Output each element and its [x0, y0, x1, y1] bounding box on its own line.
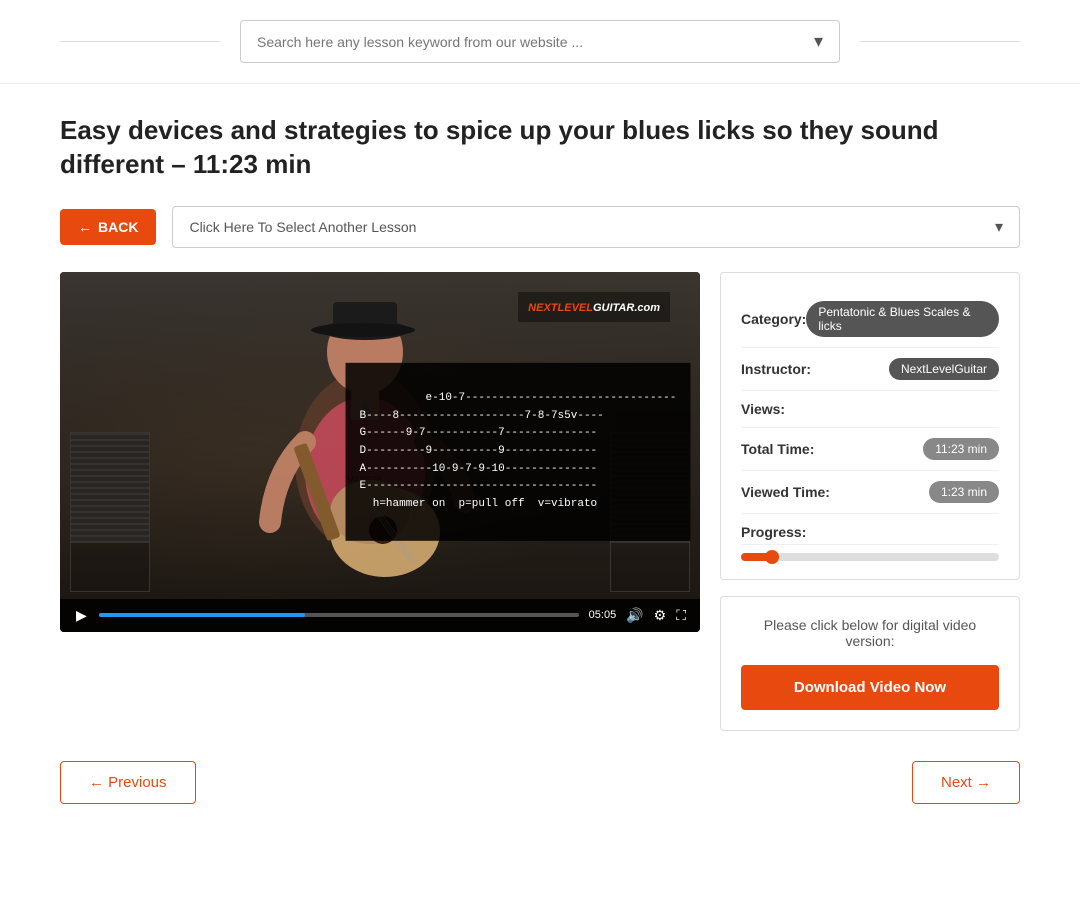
search-input[interactable]	[257, 34, 814, 50]
logo-text: NEXTLEVELGUITAR.com	[528, 302, 660, 314]
total-time-row: Total Time: 11:23 min	[741, 428, 999, 471]
views-row: Views:	[741, 391, 999, 428]
next-button-label: Next →	[941, 774, 991, 791]
video-time-display: 05:05	[589, 609, 617, 621]
lesson-info-card: Category: Pentatonic & Blues Scales & li…	[720, 272, 1020, 580]
progress-thumb	[765, 550, 779, 564]
total-time-label: Total Time:	[741, 441, 814, 457]
tab-notation-text: e-10-7-------------------------------- B…	[360, 392, 677, 510]
lesson-select[interactable]: Click Here To Select Another Lesson ▾	[172, 206, 1020, 248]
instructor-badge: NextLevelGuitar	[889, 358, 999, 380]
video-progress-bar[interactable]	[99, 613, 579, 617]
header: ▾	[0, 0, 1080, 84]
back-button-label: BACK	[98, 219, 138, 235]
video-controls[interactable]: ▶ 05:05 🔊 ⚙ ⛶	[60, 599, 700, 632]
volume-icon[interactable]: 🔊	[626, 607, 643, 624]
speaker-grille-left	[71, 433, 149, 544]
previous-button[interactable]: ← Previous	[60, 761, 196, 804]
total-time-badge: 11:23 min	[923, 438, 999, 460]
back-arrow-icon: ←	[78, 219, 92, 235]
download-button[interactable]: Download Video Now	[741, 665, 999, 710]
next-button[interactable]: Next →	[912, 761, 1020, 804]
progress-row: Progress:	[741, 514, 999, 545]
lesson-select-text: Click Here To Select Another Lesson	[189, 219, 995, 235]
sidebar-info: Category: Pentatonic & Blues Scales & li…	[720, 272, 1020, 731]
viewed-time-badge: 1:23 min	[929, 481, 999, 503]
search-container[interactable]: ▾	[240, 20, 840, 63]
fullscreen-icon[interactable]: ⛶	[676, 607, 686, 624]
video-player[interactable]: SALVAGE	[60, 272, 700, 632]
download-prompt: Please click below for digital video ver…	[741, 617, 999, 649]
speaker-left	[70, 432, 150, 592]
page-title: Easy devices and strategies to spice up …	[60, 114, 1020, 182]
views-label: Views:	[741, 401, 785, 417]
header-line-left	[60, 41, 220, 42]
logo-overlay: NEXTLEVELGUITAR.com	[518, 292, 670, 322]
viewed-time-label: Viewed Time:	[741, 484, 830, 500]
search-chevron-icon: ▾	[814, 31, 823, 52]
video-container: SALVAGE	[60, 272, 700, 632]
controls-row: ← BACK Click Here To Select Another Less…	[60, 206, 1020, 248]
progress-track[interactable]	[741, 553, 999, 561]
main-grid: SALVAGE	[60, 272, 1020, 731]
viewed-time-row: Viewed Time: 1:23 min	[741, 471, 999, 514]
instructor-row: Instructor: NextLevelGuitar	[741, 348, 999, 391]
category-badge: Pentatonic & Blues Scales & licks	[806, 301, 999, 337]
previous-button-label: ← Previous	[89, 774, 167, 791]
category-label: Category:	[741, 311, 806, 327]
instructor-label: Instructor:	[741, 361, 811, 377]
tab-notation-overlay: e-10-7-------------------------------- B…	[346, 362, 691, 540]
download-card: Please click below for digital video ver…	[720, 596, 1020, 731]
settings-icon[interactable]: ⚙	[654, 607, 667, 624]
back-button[interactable]: ← BACK	[60, 209, 156, 245]
video-progress-fill	[99, 613, 305, 617]
navigation-row: ← Previous Next →	[60, 761, 1020, 804]
header-line-right	[860, 41, 1020, 42]
category-row: Category: Pentatonic & Blues Scales & li…	[741, 291, 999, 348]
progress-label: Progress:	[741, 524, 806, 540]
play-button[interactable]: ▶	[74, 605, 89, 626]
lesson-select-chevron-icon: ▾	[995, 217, 1003, 237]
page-content: Easy devices and strategies to spice up …	[0, 84, 1080, 844]
